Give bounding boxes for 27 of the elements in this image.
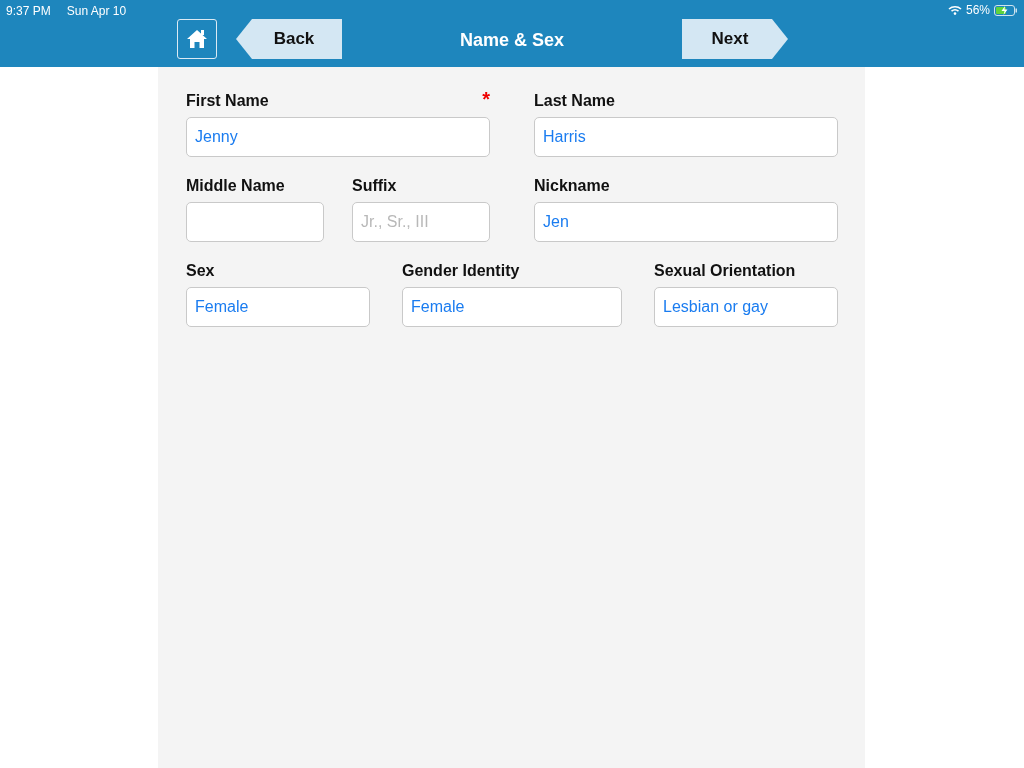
home-button[interactable] [177, 19, 217, 59]
field-label: Last Name [534, 91, 615, 111]
status-time: 9:37 PM [6, 3, 51, 18]
wifi-icon [947, 5, 962, 15]
field-label: Sexual Orientation [654, 261, 796, 281]
text-field[interactable] [186, 202, 324, 242]
required-asterisk: * [482, 89, 490, 109]
text-field[interactable]: Harris [534, 117, 838, 157]
text-field[interactable]: Jen [534, 202, 838, 242]
field-label: Sex [186, 261, 215, 281]
field-label: Middle Name [186, 176, 285, 196]
field-label: First Name [186, 91, 269, 111]
text-field[interactable]: Jr., Sr., III [352, 202, 490, 242]
text-field[interactable]: Female [402, 287, 622, 327]
next-button[interactable]: Next [682, 19, 788, 59]
text-field[interactable]: Jenny [186, 117, 490, 157]
text-field[interactable]: Female [186, 287, 370, 327]
field-label: Gender Identity [402, 261, 520, 281]
field-label: Suffix [352, 176, 397, 196]
battery-percentage: 56% [965, 2, 990, 19]
field-label: Nickname [534, 176, 610, 196]
screen-title: Name & Sex [459, 29, 565, 52]
home-icon [186, 28, 208, 50]
text-field[interactable]: Lesbian or gay [654, 287, 838, 327]
battery-charging-icon [994, 4, 1018, 16]
status-date: Sun Apr 10 [66, 3, 127, 18]
back-button[interactable]: Back [236, 19, 342, 59]
